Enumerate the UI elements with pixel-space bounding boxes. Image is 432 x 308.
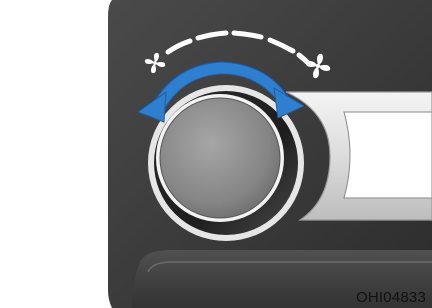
hvac-illustration: OHI04833 [0, 0, 432, 308]
trim-opening [343, 111, 432, 199]
figure-reference-code: OHI04833 [356, 289, 426, 306]
fan-control-drawing [0, 0, 432, 308]
fan-speed-knob[interactable] [159, 97, 281, 219]
